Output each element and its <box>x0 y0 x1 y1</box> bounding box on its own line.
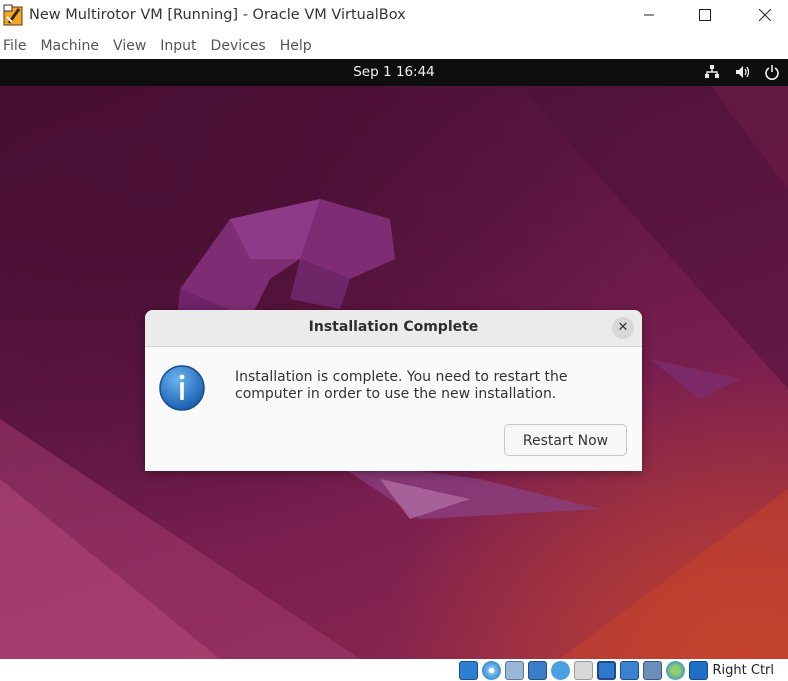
dialog-header[interactable]: Installation Complete ✕ <box>145 310 642 347</box>
display-icon[interactable] <box>596 660 616 680</box>
title-bar[interactable]: New Multirotor VM [Running] - Oracle VM … <box>0 0 788 30</box>
menu-help[interactable]: Help <box>277 38 320 54</box>
system-tray[interactable] <box>704 64 780 80</box>
clock[interactable]: Sep 1 16:44 <box>0 64 788 80</box>
minimize-icon <box>644 14 654 16</box>
dialog-close-button[interactable]: ✕ <box>612 317 634 339</box>
installation-complete-dialog: Installation Complete ✕ Installation is … <box>145 310 642 471</box>
menu-file[interactable]: File <box>0 38 34 54</box>
dialog-title: Installation Complete <box>308 319 479 335</box>
virtualbox-window: New Multirotor VM [Running] - Oracle VM … <box>0 0 788 681</box>
minimize-button[interactable] <box>626 0 672 30</box>
network-icon[interactable] <box>527 660 547 680</box>
close-window-button[interactable] <box>742 0 788 30</box>
maximize-button[interactable] <box>682 0 728 30</box>
shared-folders-icon[interactable] <box>573 660 593 680</box>
restart-now-button[interactable]: Restart Now <box>504 424 627 456</box>
cpu-icon[interactable] <box>642 660 662 680</box>
menu-input[interactable]: Input <box>157 38 204 54</box>
usb-icon[interactable] <box>550 660 570 680</box>
close-icon <box>759 9 771 21</box>
gnome-top-bar: Sep 1 16:44 <box>0 59 788 86</box>
power-icon <box>764 64 780 80</box>
mouse-integration-icon[interactable] <box>665 660 685 680</box>
host-key-label: Right Ctrl <box>712 662 775 678</box>
keyboard-capture-icon[interactable] <box>688 660 708 680</box>
audio-icon[interactable] <box>504 660 524 680</box>
network-icon <box>704 64 720 80</box>
vm-display[interactable]: Sep 1 16:44 Installation Complete ✕ Inst… <box>0 59 788 659</box>
dialog-message: Installation is complete. You need to re… <box>235 369 568 402</box>
volume-icon <box>734 64 750 80</box>
menu-bar: File Machine View Input Devices Help <box>0 34 788 58</box>
video-capture-icon[interactable] <box>619 660 639 680</box>
optical-drive-icon[interactable] <box>481 660 501 680</box>
hard-disk-icon[interactable] <box>458 660 478 680</box>
maximize-icon <box>699 9 711 21</box>
menu-view[interactable]: View <box>110 38 154 54</box>
close-icon: ✕ <box>617 320 629 335</box>
window-title: New Multirotor VM [Running] - Oracle VM … <box>29 7 406 23</box>
virtualbox-app-icon <box>3 4 25 26</box>
menu-machine[interactable]: Machine <box>37 38 107 54</box>
status-bar: Right Ctrl <box>0 659 788 681</box>
menu-devices[interactable]: Devices <box>208 38 274 54</box>
info-icon <box>158 364 206 412</box>
